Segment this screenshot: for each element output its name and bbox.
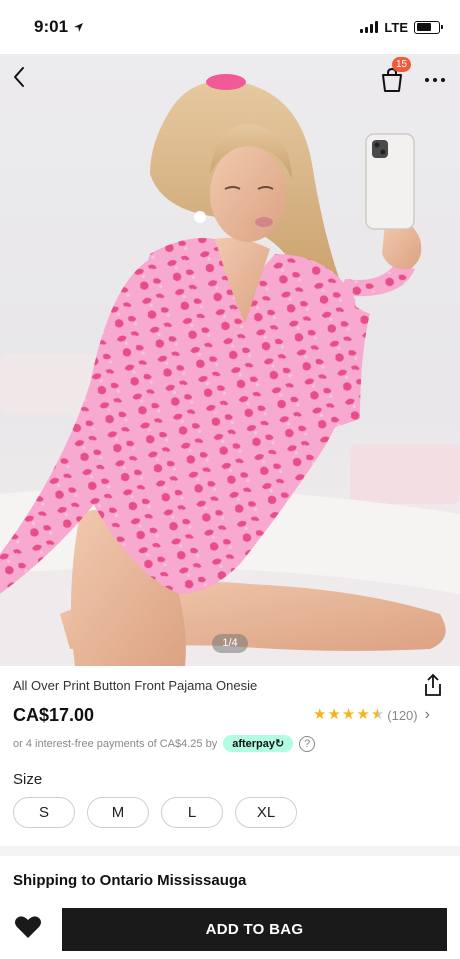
star-icon: ★ [327,706,341,723]
rating-count: (120) [387,707,418,723]
bottom-action-bar: ADD TO BAG [0,898,460,959]
product-price: CA$17.00 [13,705,95,725]
star-icon: ★ [356,706,370,723]
star-icon: ★ [313,706,327,723]
product-title: All Over Print Button Front Pajama Onesi… [13,678,258,693]
ellipsis-icon [425,78,429,82]
installments-text: or 4 interest-free payments of CA$4.25 b… [13,737,218,750]
size-option-m[interactable]: M [87,797,149,828]
status-time: 9:01 [34,17,84,37]
shipping-title[interactable]: Shipping to Ontario Mississauga [13,872,246,889]
image-page-indicator: 1/4 [212,634,248,653]
size-label: Size [13,771,43,788]
help-icon[interactable]: ? [299,735,316,752]
product-photo [0,74,460,666]
back-button[interactable] [12,66,40,94]
size-selector: S M L XL [13,797,297,828]
afterpay-label: afterpay [232,738,276,750]
wishlist-button[interactable] [14,914,44,942]
rating-summary[interactable]: ★ ★ ★ ★ ★ (120) › [313,706,430,724]
size-option-l[interactable]: L [161,797,223,828]
battery-icon [414,20,443,34]
share-button[interactable] [421,672,445,698]
installments-row: or 4 interest-free payments of CA$4.25 b… [13,735,316,752]
chevron-right-icon: › [424,706,430,723]
size-option-xl[interactable]: XL [235,797,297,828]
chevron-left-icon [14,67,24,87]
half-star-icon: ★ [370,706,385,723]
more-options-button[interactable] [420,68,450,92]
signal-icon [360,21,379,33]
network-label: LTE [384,19,408,35]
share-icon [425,673,441,696]
add-to-bag-button[interactable]: ADD TO BAG [62,908,447,951]
battery-fill [416,23,432,31]
heart-icon [15,916,41,938]
bag-count-badge: 15 [392,57,411,72]
status-time-text: 9:01 [34,17,69,36]
star-icon: ★ [341,706,356,723]
size-option-s[interactable]: S [13,797,75,828]
status-bar: 9:01 LTE [0,0,460,54]
afterpay-badge[interactable]: afterpay↻ [223,735,294,752]
product-image-gallery[interactable]: 15 1/4 [0,54,460,666]
location-arrow-icon [74,22,84,32]
section-divider [0,846,460,856]
status-right: LTE [360,19,443,35]
